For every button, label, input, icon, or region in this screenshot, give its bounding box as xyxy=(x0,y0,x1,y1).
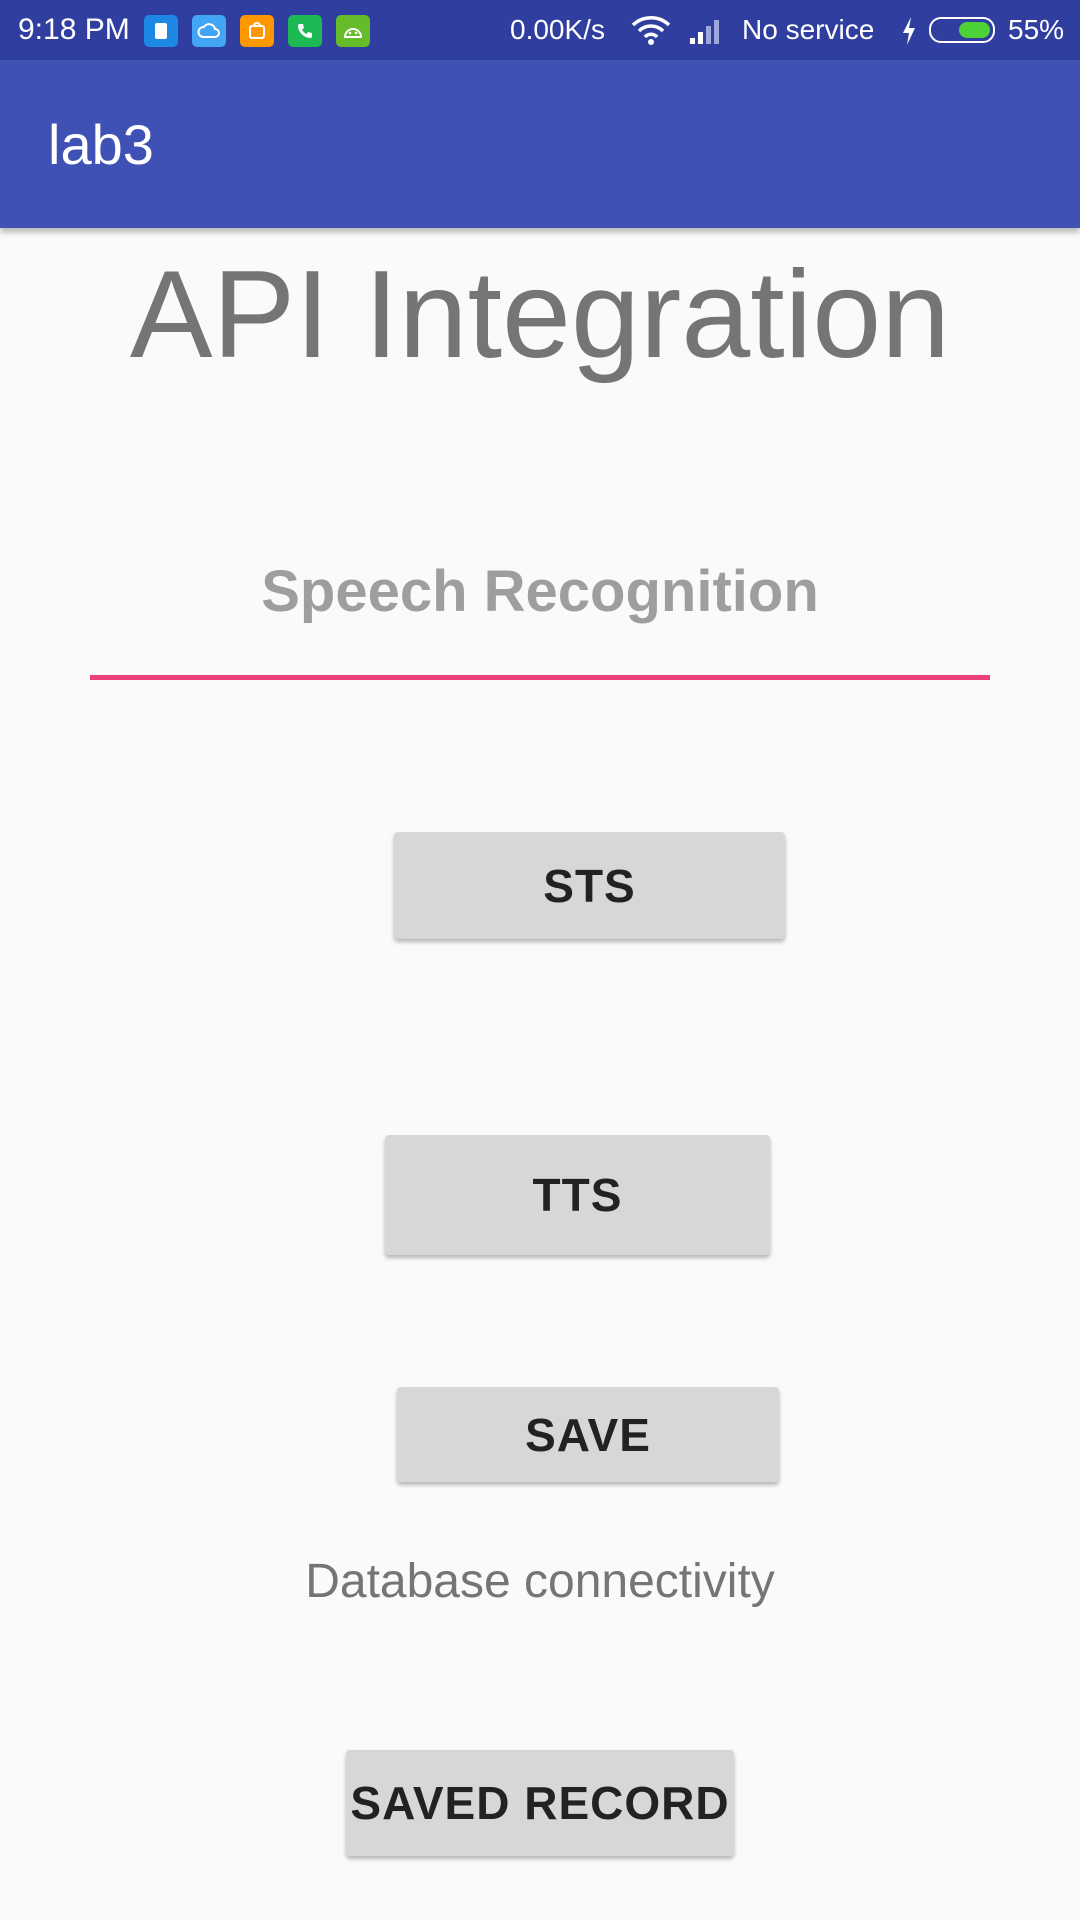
tts-button[interactable]: TTS xyxy=(385,1135,770,1255)
battery-percent: 55% xyxy=(1008,14,1065,45)
carrier-label: No service xyxy=(742,14,875,45)
signal-icon xyxy=(688,16,726,51)
charging-icon xyxy=(900,16,918,51)
app-bar: lab3 xyxy=(0,60,1080,228)
save-button[interactable]: SAVE xyxy=(397,1387,779,1482)
cloud-icon xyxy=(192,15,226,47)
status-time: 9:18 PM xyxy=(18,13,130,46)
page-heading: API Integration xyxy=(129,246,951,384)
saved-record-button[interactable]: SAVED RECORD xyxy=(346,1750,734,1856)
phone-icon xyxy=(288,15,322,47)
field-underline xyxy=(90,675,990,680)
android-icon xyxy=(336,15,370,47)
status-bar: 9:18 PM 0.00K/s No service 55% xyxy=(0,0,1080,60)
mi-store-icon xyxy=(240,15,274,47)
app-title: lab3 xyxy=(48,113,154,176)
sim-manager-icon xyxy=(144,15,178,47)
speech-recognition-field[interactable]: Speech Recognition xyxy=(90,545,990,682)
battery-level-fill xyxy=(959,22,990,38)
wifi-icon xyxy=(630,14,672,51)
network-speed: 0.00K/s xyxy=(510,14,605,45)
sts-button[interactable]: STS xyxy=(394,832,785,939)
database-connectivity-label: Database connectivity xyxy=(305,1555,775,1608)
battery-icon xyxy=(929,17,995,43)
speech-recognition-placeholder: Speech Recognition xyxy=(261,559,819,624)
